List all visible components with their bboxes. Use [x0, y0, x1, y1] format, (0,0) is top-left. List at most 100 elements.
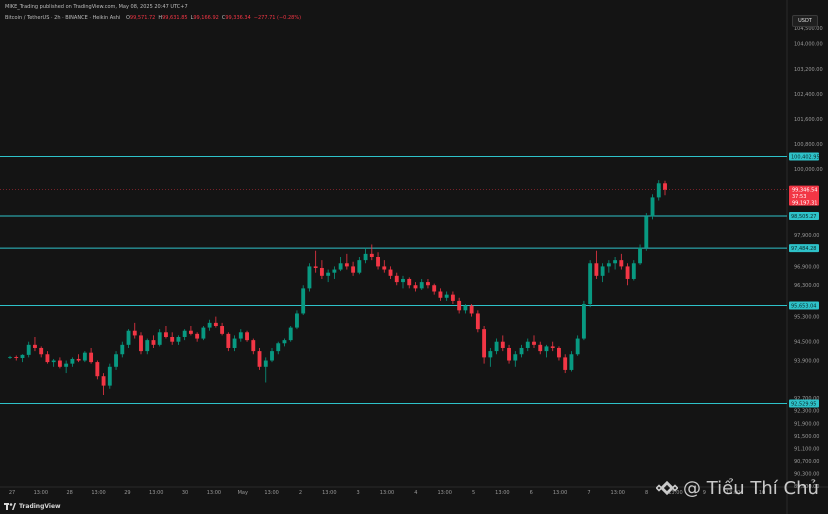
- candle-body[interactable]: [232, 338, 237, 348]
- candle-body[interactable]: [388, 269, 393, 276]
- candle-body[interactable]: [419, 282, 424, 289]
- candle-body[interactable]: [195, 333, 200, 339]
- candle-body[interactable]: [170, 336, 175, 342]
- candle-body[interactable]: [488, 351, 493, 358]
- candle-body[interactable]: [51, 360, 56, 363]
- candle-body[interactable]: [638, 247, 642, 264]
- candle-body[interactable]: [432, 285, 437, 292]
- candle-body[interactable]: [101, 376, 106, 386]
- candle-body[interactable]: [89, 352, 94, 363]
- candle-body[interactable]: [594, 263, 599, 276]
- candle-body[interactable]: [8, 357, 12, 358]
- candle-body[interactable]: [525, 341, 530, 348]
- candle-body[interactable]: [500, 341, 505, 348]
- candle-body[interactable]: [145, 340, 150, 352]
- candle-body[interactable]: [600, 266, 605, 276]
- candle-body[interactable]: [351, 266, 356, 273]
- candle-body[interactable]: [33, 344, 37, 348]
- candle-body[interactable]: [120, 344, 125, 355]
- candle-body[interactable]: [164, 332, 168, 337]
- candle-body[interactable]: [363, 253, 368, 261]
- candle-body[interactable]: [57, 360, 62, 367]
- candle-body[interactable]: [457, 300, 462, 311]
- candle-body[interactable]: [338, 263, 343, 270]
- currency-button[interactable]: USDT: [792, 15, 818, 27]
- candle-body[interactable]: [238, 332, 243, 339]
- candle-body[interactable]: [319, 267, 324, 276]
- candlestick-chart[interactable]: 104,500.00104,000.00103,200.00102,400.00…: [0, 0, 828, 514]
- candle-body[interactable]: [201, 327, 206, 339]
- candle-body[interactable]: [245, 332, 249, 341]
- candle-body[interactable]: [656, 183, 661, 198]
- candle-body[interactable]: [619, 260, 624, 267]
- candle-body[interactable]: [39, 347, 44, 355]
- candle-body[interactable]: [107, 366, 112, 386]
- candle-body[interactable]: [188, 330, 193, 334]
- candle-body[interactable]: [257, 351, 262, 367]
- candle-body[interactable]: [288, 327, 293, 341]
- candle-body[interactable]: [263, 360, 268, 367]
- candle-body[interactable]: [544, 346, 549, 352]
- candle-body[interactable]: [413, 285, 418, 289]
- candle-body[interactable]: [401, 278, 405, 283]
- candle-body[interactable]: [132, 330, 137, 336]
- candle-body[interactable]: [613, 260, 618, 264]
- candle-body[interactable]: [382, 266, 387, 270]
- candle-body[interactable]: [82, 352, 87, 361]
- candle-body[interactable]: [114, 354, 118, 367]
- candle-body[interactable]: [64, 363, 69, 367]
- candle-body[interactable]: [469, 305, 474, 314]
- candle-body[interactable]: [295, 313, 299, 328]
- candle-body[interactable]: [176, 336, 181, 342]
- tradingview-logo[interactable]: TradingView: [4, 503, 61, 510]
- candle-body[interactable]: [182, 330, 187, 337]
- candle-body[interactable]: [426, 282, 430, 286]
- candle-body[interactable]: [625, 266, 630, 279]
- candle-body[interactable]: [301, 288, 306, 314]
- candle-body[interactable]: [650, 197, 655, 217]
- candle-body[interactable]: [376, 257, 380, 267]
- candle-body[interactable]: [357, 260, 362, 273]
- candle-body[interactable]: [663, 183, 667, 190]
- candle-body[interactable]: [276, 343, 281, 352]
- candle-body[interactable]: [313, 266, 318, 268]
- candle-body[interactable]: [569, 354, 574, 370]
- candle-body[interactable]: [631, 263, 636, 279]
- candle-body[interactable]: [139, 335, 143, 352]
- candle-body[interactable]: [463, 305, 468, 311]
- candle-body[interactable]: [20, 354, 25, 359]
- candle-body[interactable]: [14, 357, 19, 359]
- candle-body[interactable]: [557, 347, 561, 358]
- candle-body[interactable]: [332, 269, 337, 273]
- candle-body[interactable]: [450, 294, 455, 301]
- candle-body[interactable]: [575, 338, 580, 355]
- candle-body[interactable]: [45, 354, 50, 363]
- candle-body[interactable]: [519, 347, 524, 355]
- candle-body[interactable]: [438, 291, 443, 298]
- candle-body[interactable]: [644, 216, 649, 248]
- candle-body[interactable]: [26, 344, 31, 355]
- candle-body[interactable]: [563, 357, 568, 370]
- candle-body[interactable]: [550, 346, 555, 348]
- candle-body[interactable]: [369, 253, 374, 257]
- candle-body[interactable]: [226, 333, 231, 348]
- candle-body[interactable]: [95, 362, 100, 377]
- candle-body[interactable]: [251, 340, 256, 352]
- candle-body[interactable]: [475, 313, 480, 330]
- candle-body[interactable]: [588, 263, 593, 305]
- candle-body[interactable]: [157, 332, 162, 345]
- candle-body[interactable]: [407, 278, 412, 286]
- candle-body[interactable]: [213, 322, 218, 327]
- candle-body[interactable]: [282, 340, 287, 344]
- candle-body[interactable]: [581, 304, 586, 339]
- candle-body[interactable]: [151, 340, 156, 345]
- candle-body[interactable]: [444, 294, 449, 298]
- candle-body[interactable]: [482, 329, 487, 358]
- candle-body[interactable]: [532, 341, 536, 345]
- candle-body[interactable]: [513, 354, 518, 361]
- candle-body[interactable]: [220, 326, 225, 334]
- candle-body[interactable]: [76, 358, 81, 361]
- candle-body[interactable]: [270, 351, 274, 361]
- candle-body[interactable]: [326, 272, 331, 276]
- candle-body[interactable]: [394, 275, 399, 283]
